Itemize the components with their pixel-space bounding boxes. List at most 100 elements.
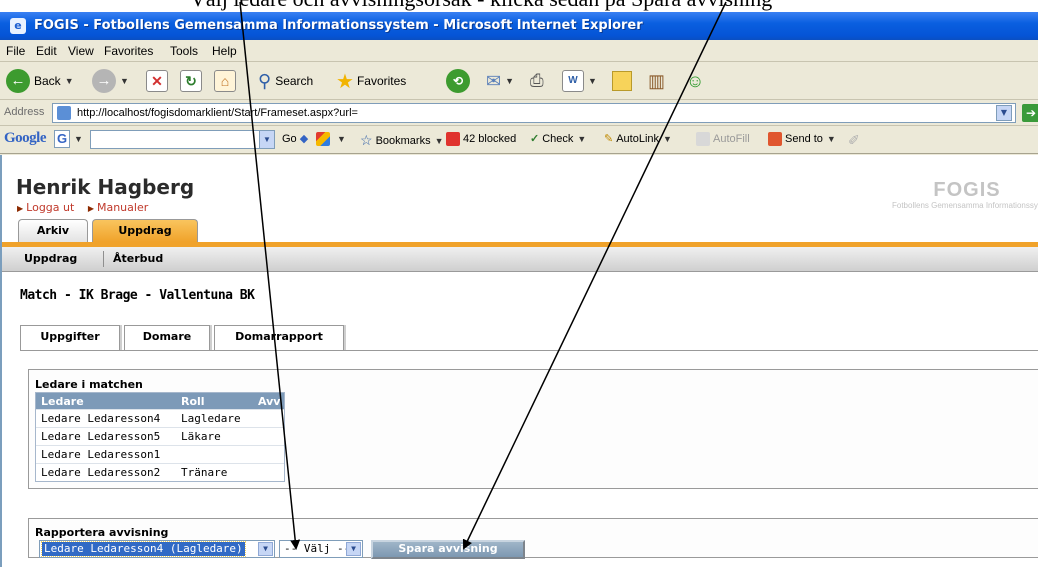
menu-tools[interactable]: Tools: [170, 44, 198, 58]
ledare-table: Ledare Roll Avv Ledare Ledaresson4 Lagle…: [35, 392, 285, 482]
refresh-button[interactable]: ↻: [180, 67, 202, 95]
star-icon: ★: [336, 70, 354, 93]
tab-arkiv[interactable]: Arkiv: [18, 219, 88, 242]
document-caption: Välj ledare och avvisningsorsak - klicka…: [0, 0, 1038, 12]
menu-help[interactable]: Help: [212, 44, 237, 58]
stop-button[interactable]: ✕: [146, 67, 168, 95]
google-menu-button[interactable]: G ▼: [54, 130, 83, 148]
table-row[interactable]: Ledare Ledaresson1: [36, 445, 284, 463]
reason-select[interactable]: -- Välj -- ▼: [279, 540, 363, 558]
back-button[interactable]: ← Back ▼: [6, 67, 74, 95]
menu-edit[interactable]: Edit: [36, 44, 57, 58]
stop-icon: ✕: [146, 70, 168, 92]
bookmark-star-icon: ☆: [360, 132, 373, 148]
standard-toolbar: ← Back ▼ → ▼ ✕ ↻ ⌂ ⚲ Search ★ Favorites …: [0, 62, 1038, 100]
tab-domare[interactable]: Domare: [124, 325, 210, 350]
chevron-down-icon: ▼: [505, 76, 515, 86]
leader-select[interactable]: Ledare Ledaresson4 (Lagledare) ▼: [39, 540, 275, 558]
chevron-down-icon[interactable]: ▼: [258, 542, 273, 556]
save-avvisning-button[interactable]: Spara avvisning: [371, 540, 525, 559]
cell-roll: Lagledare: [181, 412, 241, 425]
history-button[interactable]: ⟲: [446, 67, 470, 95]
cell-roll: Tränare: [181, 466, 228, 479]
chevron-down-icon[interactable]: ▼: [346, 542, 361, 556]
google-logo-text: Google: [4, 130, 47, 146]
sendto-label: Send to: [785, 133, 823, 145]
chevron-down-icon: ▼: [663, 133, 672, 144]
chevron-down-icon[interactable]: ▼: [259, 131, 274, 148]
chevron-down-icon: ▼: [337, 134, 346, 144]
logout-link[interactable]: Logga ut: [17, 201, 74, 214]
bookmarks-button[interactable]: ☆ Bookmarks ▼: [360, 132, 444, 149]
google-search-input[interactable]: ▼: [90, 130, 275, 149]
send-arrow-icon: [768, 132, 782, 146]
tab-uppdrag[interactable]: Uppdrag: [92, 219, 198, 242]
chevron-down-icon[interactable]: ▼: [996, 105, 1012, 121]
go-arrow-icon[interactable]: ➔: [1022, 104, 1038, 122]
subnav-divider: [103, 251, 104, 267]
menu-file[interactable]: File: [6, 44, 25, 58]
go-arrow-icon: ◆: [299, 133, 309, 145]
favorites-button[interactable]: ★ Favorites: [336, 67, 406, 95]
cell-ledare: Ledare Ledaresson2: [41, 466, 161, 479]
address-url: http://localhost/fogisdomarklient/Start/…: [77, 107, 358, 119]
browser-window: e FOGIS - Fotbollens Gemensamma Informat…: [0, 12, 1038, 567]
chevron-down-icon: ▼: [120, 76, 129, 86]
discuss-button[interactable]: [612, 67, 632, 95]
subnav-aterbud[interactable]: Återbud: [113, 252, 163, 265]
google-news-button[interactable]: ▼: [316, 132, 346, 146]
spellcheck-button[interactable]: ✓ Check ▼: [530, 132, 587, 146]
subnav-uppdrag[interactable]: Uppdrag: [24, 252, 77, 265]
mail-button[interactable]: ✉ ▼: [486, 67, 514, 95]
research-button[interactable]: ▥: [648, 67, 665, 95]
table-row[interactable]: Ledare Ledaresson4 Lagledare: [36, 409, 284, 427]
bookmarks-label: Bookmarks: [375, 134, 431, 147]
google-logo[interactable]: Google: [4, 130, 47, 147]
mail-icon: ✉: [486, 70, 502, 91]
popup-blocked-icon: [446, 132, 460, 146]
table-row[interactable]: Ledare Ledaresson2 Tränare: [36, 463, 284, 481]
chevron-down-icon: ▼: [434, 135, 444, 146]
back-label: Back: [34, 74, 61, 88]
autolink-label: AutoLink: [616, 132, 660, 145]
table-row[interactable]: Ledare Ledaresson5 Läkare: [36, 427, 284, 445]
forward-button[interactable]: → ▼: [92, 67, 129, 95]
edit-button[interactable]: W ▼: [562, 67, 597, 95]
home-icon: ⌂: [214, 70, 236, 92]
popup-blocker-button[interactable]: 42 blocked: [446, 132, 516, 146]
autolink-icon: ✎: [604, 133, 614, 145]
menu-favorites[interactable]: Favorites: [104, 44, 153, 58]
messenger-button[interactable]: ☺: [686, 67, 704, 95]
blocked-label: 42 blocked: [463, 133, 517, 145]
manuals-link[interactable]: Manualer: [88, 201, 148, 214]
home-button[interactable]: ⌂: [214, 67, 236, 95]
sendto-button[interactable]: Send to ▼: [768, 132, 836, 146]
leader-select-value: Ledare Ledaresson4 (Lagledare): [41, 541, 246, 557]
options-button[interactable]: ✐: [848, 132, 860, 149]
menu-bar: File Edit View Favorites Tools Help: [0, 40, 1038, 62]
history-icon: ⟲: [446, 69, 470, 93]
search-label: Search: [275, 74, 314, 88]
web-page: Henrik Hagberg Logga ut Manualer FOGIS F…: [0, 155, 1038, 567]
chevron-down-icon: ▼: [64, 76, 74, 86]
tab-domarrapport[interactable]: Domarrapport: [214, 325, 344, 350]
google-go-button[interactable]: Go ◆: [282, 132, 309, 146]
menu-view[interactable]: View: [68, 44, 94, 58]
autofill-button[interactable]: AutoFill: [696, 132, 750, 146]
google-toolbar: Google G ▼ ▼ Go ◆ ▼ ☆ Bookmarks ▼ 42 blo…: [0, 127, 1038, 154]
address-bar: Address http://localhost/fogisdomarklien…: [0, 101, 1038, 126]
fogis-logo: FOGIS Fotbollens Gemensamma Informations…: [892, 179, 1038, 210]
caption-text: Välj ledare och avvisningsorsak - klicka…: [190, 0, 772, 12]
title-bar: e FOGIS - Fotbollens Gemensamma Informat…: [0, 12, 1038, 40]
search-button[interactable]: ⚲ Search: [258, 67, 313, 95]
favorites-label: Favorites: [356, 74, 407, 88]
autolink-button[interactable]: ✎ AutoLink ▼: [604, 132, 672, 146]
user-name: Henrik Hagberg: [16, 175, 195, 199]
chevron-down-icon: ▼: [577, 133, 587, 144]
word-icon: W: [562, 70, 584, 92]
column-ledare: Ledare: [41, 395, 84, 408]
print-button[interactable]: ⎙: [530, 67, 544, 95]
table-header: Ledare Roll Avv: [36, 393, 284, 409]
address-input[interactable]: http://localhost/fogisdomarklient/Start/…: [52, 103, 1016, 123]
tab-uppgifter[interactable]: Uppgifter: [20, 325, 120, 350]
